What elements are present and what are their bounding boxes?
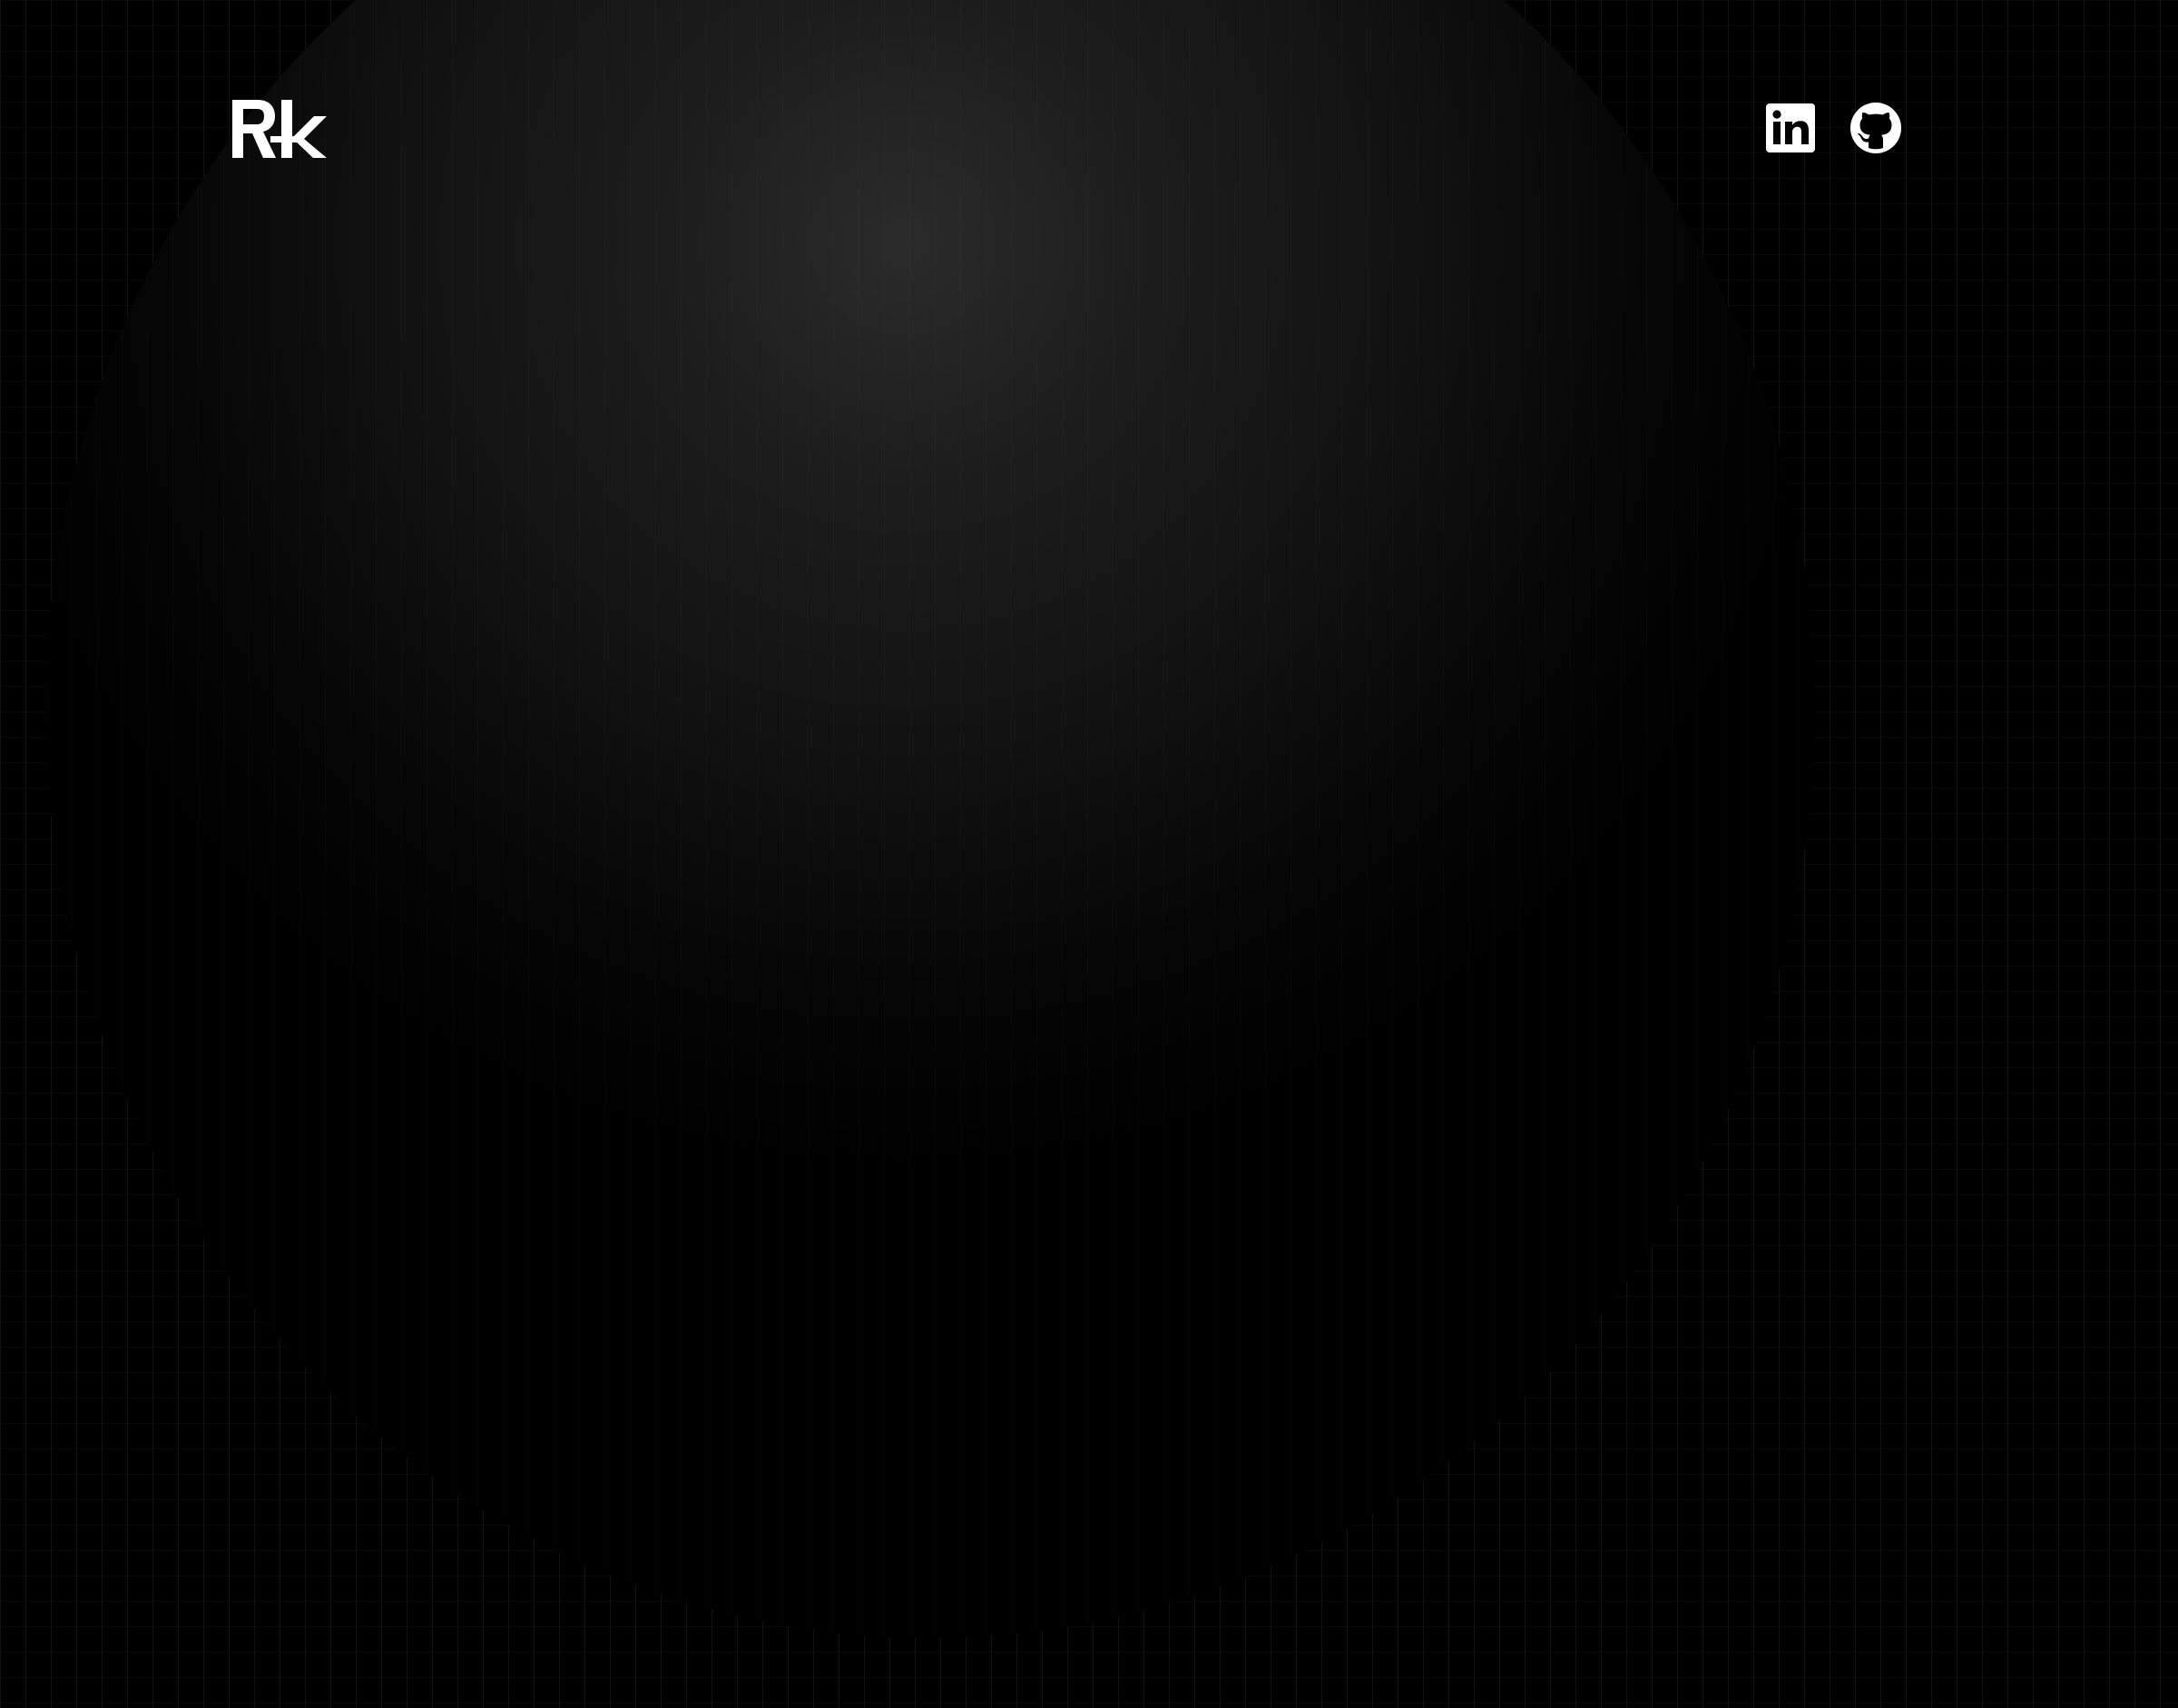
linkedin-icon [1765, 103, 1816, 153]
github-link[interactable] [1849, 102, 1902, 154]
spotlight-orb [45, 0, 1815, 1638]
portfolio-page [0, 0, 2178, 1708]
github-icon [1849, 102, 1902, 154]
rk-logo[interactable] [231, 98, 327, 162]
linkedin-link[interactable] [1764, 102, 1817, 154]
social-links [1764, 102, 1902, 154]
